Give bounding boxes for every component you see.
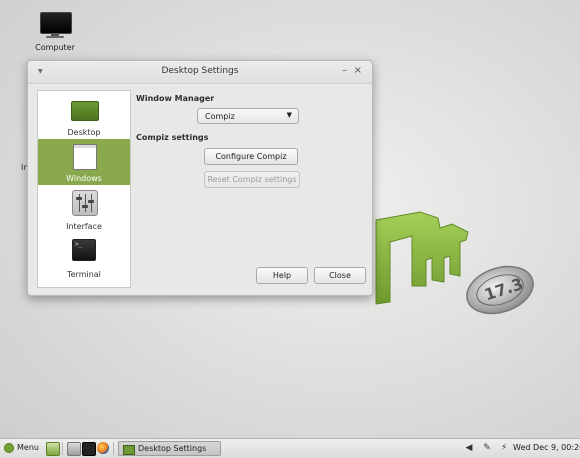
terminal-icon[interactable]	[82, 442, 96, 456]
taskbar-item-label: Desktop Settings	[138, 444, 207, 453]
firefox-icon[interactable]	[97, 442, 109, 454]
sidebar-item-windows[interactable]: Windows	[38, 139, 130, 185]
window-manager-value: Compiz	[205, 112, 235, 121]
network-icon[interactable]: ✎	[481, 442, 493, 454]
desktop-icon-label: Computer	[35, 43, 75, 52]
window-manager-select[interactable]: Compiz ▼	[197, 108, 299, 124]
menu-label: Menu	[17, 443, 39, 452]
file-manager-icon[interactable]	[67, 442, 81, 456]
window-manager-heading: Window Manager	[136, 94, 215, 103]
configure-compiz-button[interactable]: Configure Compiz	[204, 148, 298, 165]
terminal-icon: >_	[72, 239, 96, 261]
settings-sidebar: Desktop Windows Interface >_ Terminal	[37, 90, 131, 288]
window-titlebar[interactable]: ▼ Desktop Settings – ×	[28, 61, 372, 84]
close-button[interactable]: Close	[314, 267, 366, 284]
desktop-icon	[71, 101, 99, 121]
compiz-settings-heading: Compiz settings	[136, 133, 209, 142]
minimize-icon[interactable]: –	[342, 65, 347, 76]
taskbar-item-desktop-settings[interactable]: Desktop Settings	[118, 441, 221, 456]
help-button[interactable]: Help	[256, 267, 308, 284]
power-icon[interactable]: ⚡	[498, 442, 510, 454]
computer-icon	[38, 12, 72, 38]
menu-button[interactable]: Menu	[2, 441, 42, 456]
sidebar-item-label: Windows	[66, 174, 102, 183]
interface-icon	[72, 190, 98, 216]
mint-logo: 17.3	[375, 211, 534, 315]
sidebar-item-label: Interface	[66, 222, 102, 231]
sidebar-item-terminal[interactable]: >_ Terminal	[38, 235, 130, 281]
desktop-icon-computer[interactable]: Computer	[32, 12, 78, 52]
desktop-settings-icon	[123, 445, 135, 455]
chevron-down-icon: ▼	[286, 111, 292, 119]
show-desktop-icon[interactable]	[46, 442, 60, 456]
bottom-panel: Menu Desktop Settings ◀ ✎ ⚡ Wed Dec 9, 0…	[0, 438, 580, 458]
sidebar-item-interface[interactable]: Interface	[38, 187, 130, 233]
volume-icon[interactable]: ◀	[463, 442, 475, 454]
close-icon[interactable]: ×	[354, 65, 362, 76]
mint-menu-icon	[4, 443, 14, 453]
sidebar-item-label: Terminal	[67, 270, 101, 279]
window-title: Desktop Settings	[161, 66, 239, 76]
clock[interactable]: Wed Dec 9, 00:26	[513, 443, 580, 452]
sidebar-item-desktop[interactable]: Desktop	[38, 93, 130, 139]
windows-icon	[73, 144, 97, 170]
reset-compiz-button[interactable]: Reset Compiz settings	[204, 171, 300, 188]
sidebar-item-label: Desktop	[67, 128, 101, 137]
